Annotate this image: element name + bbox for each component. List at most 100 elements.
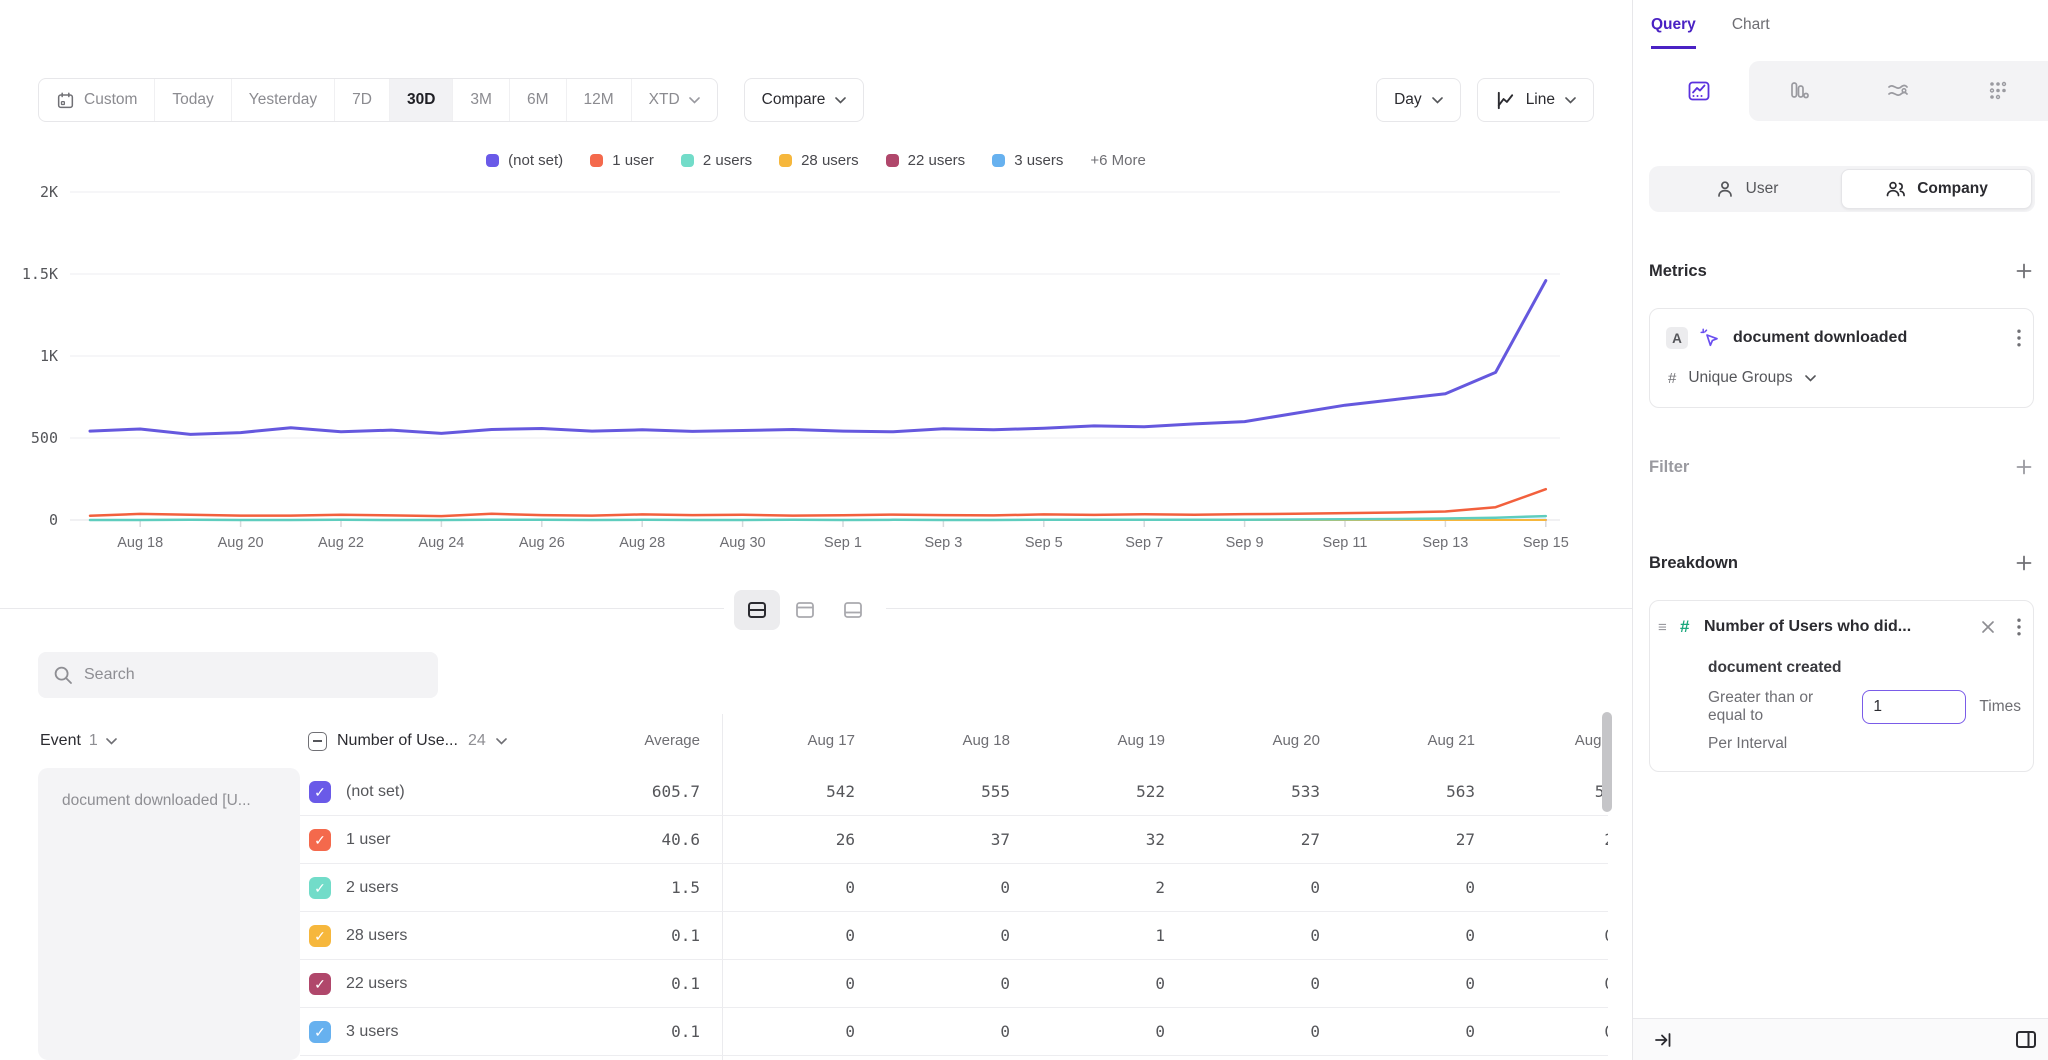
collapse-panel-button[interactable] <box>1653 1030 1673 1050</box>
sidebar-panel-icon <box>2014 1028 2038 1052</box>
range-yesterday[interactable]: Yesterday <box>232 79 335 121</box>
group-count: 24 <box>468 732 486 750</box>
tab-query[interactable]: Query <box>1651 16 1696 49</box>
series-checkbox[interactable]: ✓ <box>309 877 331 899</box>
series-label: 1 user <box>346 816 390 864</box>
split-view-button[interactable] <box>734 590 780 630</box>
table-row: ✓28 users0.1001000 <box>300 912 1608 960</box>
cell-value: 0 <box>1015 960 1165 1008</box>
range-label: XTD <box>649 91 680 109</box>
series-checkbox[interactable]: ✓ <box>309 781 331 803</box>
line-chart: 05001K1.5K2KAug 18Aug 20Aug 22Aug 24Aug … <box>0 130 1632 570</box>
tile-scatter-chart[interactable] <box>1948 61 2048 121</box>
average-value: 1.5 <box>560 864 700 912</box>
compare-button[interactable]: Compare <box>744 78 865 122</box>
kebab-menu-icon[interactable] <box>2017 618 2021 636</box>
tile-bar-chart[interactable] <box>1749 61 1849 121</box>
flow-chart-tile-icon <box>1886 79 1910 103</box>
y-axis-label: 0 <box>49 511 58 529</box>
hash-icon: # <box>1668 370 1676 387</box>
x-axis-label: Aug 22 <box>318 535 364 551</box>
cell-value: 0 <box>1170 960 1320 1008</box>
date-column-header: Aug 20 <box>1170 724 1320 758</box>
cell-value: 0 <box>860 1008 1010 1056</box>
cell-value: 0 <box>1325 1008 1475 1056</box>
condition-value-input[interactable] <box>1862 690 1966 724</box>
table-row: ✓(not set)605.754255552253356353 <box>300 768 1608 816</box>
chart-only-view-button[interactable] <box>782 590 828 630</box>
chevron-down-icon <box>106 738 117 745</box>
cell-value: 0 <box>1170 912 1320 960</box>
breakdown-property-name[interactable]: Number of Users who did... <box>1704 618 1981 636</box>
x-axis-label: Sep 1 <box>824 535 862 551</box>
range-today[interactable]: Today <box>155 79 231 121</box>
search-input[interactable] <box>84 666 423 684</box>
range-label: 12M <box>584 91 614 109</box>
y-axis-label: 2K <box>40 183 58 201</box>
series-checkbox[interactable]: ✓ <box>309 925 331 947</box>
add-metric-button[interactable] <box>2016 263 2032 279</box>
date-column-header: Aug 17 <box>722 724 855 758</box>
table-only-view-button[interactable] <box>830 590 876 630</box>
range-12m[interactable]: 12M <box>567 79 632 121</box>
toggle-sidebar-button[interactable] <box>2014 1028 2038 1052</box>
date-column-header: Aug 18 <box>860 724 1010 758</box>
scope-company[interactable]: Company <box>1841 169 2032 209</box>
x-axis-label: Sep 3 <box>924 535 962 551</box>
number-property-icon: # <box>1680 617 1704 637</box>
tile-line-chart[interactable] <box>1649 61 1749 121</box>
close-icon[interactable] <box>1981 620 1995 634</box>
series-checkbox[interactable]: ✓ <box>309 973 331 995</box>
cell-value: 53 <box>1464 768 1608 816</box>
tile-flow-chart[interactable] <box>1849 61 1949 121</box>
granularity-button[interactable]: Day <box>1376 78 1461 122</box>
drag-handle-icon[interactable]: ≡ <box>1658 619 1680 636</box>
chevron-down-icon <box>689 97 700 104</box>
breakdown-condition-row: Greater than or equal to Times <box>1708 689 2021 725</box>
range-7d[interactable]: 7D <box>335 79 390 121</box>
cell-value: 0 <box>722 912 855 960</box>
metric-event-name[interactable]: document downloaded <box>1733 329 2005 347</box>
event-cell[interactable]: document downloaded [U... <box>38 768 300 1060</box>
measure-selector[interactable]: # Unique Groups <box>1668 369 1816 387</box>
chart-type-button[interactable]: Line <box>1477 78 1594 122</box>
indeterminate-checkbox[interactable] <box>308 732 327 751</box>
x-axis-label: Sep 9 <box>1226 535 1264 551</box>
event-header-label: Event <box>40 732 81 750</box>
range-custom[interactable]: Custom <box>39 79 155 121</box>
series-checkbox[interactable]: ✓ <box>309 1021 331 1043</box>
scope-user[interactable]: User <box>1652 169 1841 209</box>
cell-value: 0 <box>1170 864 1320 912</box>
granularity-label: Day <box>1394 91 1422 109</box>
table-body: document downloaded [U... ✓(not set)605.… <box>0 768 1632 1060</box>
scope-company-label: Company <box>1917 180 1988 198</box>
range-label: Today <box>172 91 213 109</box>
series-label: 3 users <box>346 1008 398 1056</box>
scope-toggle: User Company <box>1649 166 2035 212</box>
tab-chart[interactable]: Chart <box>1732 16 1770 49</box>
y-axis-label: 1.5K <box>22 265 58 283</box>
event-column-header[interactable]: Event 1 <box>40 724 117 758</box>
y-axis-label: 500 <box>31 429 58 447</box>
series-checkbox[interactable]: ✓ <box>309 829 331 851</box>
breakdown-card: ≡ # Number of Users who did... document … <box>1649 600 2034 772</box>
date-values: 54255552253356353 <box>722 768 1608 816</box>
series-label: 28 users <box>346 912 407 960</box>
group-column-header[interactable]: Number of Use... 24 <box>308 724 507 758</box>
cell-value: 0 <box>1325 960 1475 1008</box>
range-3m[interactable]: 3M <box>453 79 510 121</box>
add-filter-button[interactable] <box>2016 459 2032 475</box>
cell-value: 37 <box>860 816 1010 864</box>
range-30d[interactable]: 30D <box>390 79 453 121</box>
range-6m[interactable]: 6M <box>510 79 567 121</box>
table-row: ✓3 users0.1000000 <box>300 1008 1608 1056</box>
user-icon <box>1715 179 1735 199</box>
add-breakdown-button[interactable] <box>2016 555 2032 571</box>
cell-value: 2 <box>1015 864 1165 912</box>
metric-card: A document downloaded # Unique Groups <box>1649 308 2034 408</box>
x-axis-label: Sep 15 <box>1523 535 1569 551</box>
table-row: ✓1 user40.626373227272 <box>300 816 1608 864</box>
range-xtd[interactable]: XTD <box>632 79 717 121</box>
vertical-scrollbar[interactable] <box>1602 712 1612 812</box>
kebab-menu-icon[interactable] <box>2017 329 2021 347</box>
